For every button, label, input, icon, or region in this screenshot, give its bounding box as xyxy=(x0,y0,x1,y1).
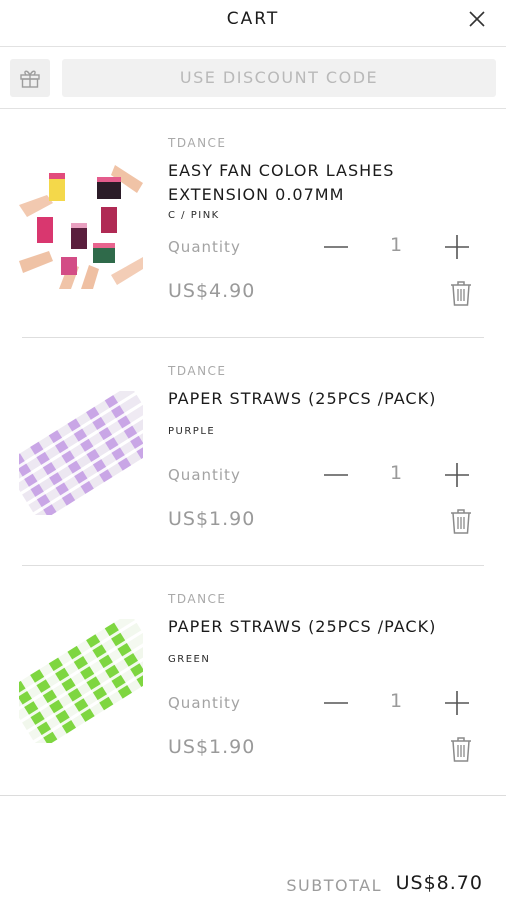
product-variant: C / PINK xyxy=(168,210,220,221)
quantity-value[interactable]: 1 xyxy=(384,234,408,256)
product-title[interactable]: PAPER STRAWS (25PCS /PACK) xyxy=(168,387,488,411)
quantity-value[interactable]: 1 xyxy=(384,690,408,712)
product-price: US$4.90 xyxy=(168,280,256,302)
gift-button[interactable] xyxy=(10,59,50,97)
minus-icon xyxy=(324,474,348,476)
minus-icon xyxy=(324,702,348,704)
product-image[interactable] xyxy=(19,619,143,743)
plus-icon xyxy=(445,691,469,715)
discount-row: USE DISCOUNT CODE xyxy=(0,47,506,109)
product-vendor: TDANCE xyxy=(168,364,227,378)
cart-items: TDANCE EASY FAN COLOR LASHES EXTENSION 0… xyxy=(0,110,506,794)
trash-icon[interactable] xyxy=(450,508,472,534)
product-vendor: TDANCE xyxy=(168,592,227,606)
divider xyxy=(0,108,506,109)
subtotal-label: SUBTOTAL xyxy=(286,876,382,895)
product-image[interactable] xyxy=(19,391,143,515)
quantity-increase-button[interactable] xyxy=(444,462,470,488)
quantity-value[interactable]: 1 xyxy=(384,462,408,484)
quantity-increase-button[interactable] xyxy=(444,234,470,260)
quantity-increase-button[interactable] xyxy=(444,690,470,716)
subtotal-value: US$8.70 xyxy=(395,872,483,894)
quantity-decrease-button[interactable] xyxy=(323,690,349,716)
cart-item: TDANCE PAPER STRAWS (25PCS /PACK) GREEN … xyxy=(0,566,506,794)
gift-icon xyxy=(20,70,40,88)
quantity-decrease-button[interactable] xyxy=(323,462,349,488)
plus-icon xyxy=(445,463,469,487)
close-icon[interactable] xyxy=(466,8,488,30)
plus-icon xyxy=(445,235,469,259)
product-title[interactable]: PAPER STRAWS (25PCS /PACK) xyxy=(168,615,488,639)
page-title: CART xyxy=(226,9,280,29)
product-price: US$1.90 xyxy=(168,508,256,530)
use-discount-code-button[interactable]: USE DISCOUNT CODE xyxy=(62,59,496,97)
product-image[interactable] xyxy=(19,165,143,289)
product-variant: PURPLE xyxy=(168,426,216,437)
trash-icon[interactable] xyxy=(450,736,472,762)
cart-item: TDANCE PAPER STRAWS (25PCS /PACK) PURPLE… xyxy=(0,338,506,566)
product-price: US$1.90 xyxy=(168,736,256,758)
divider xyxy=(0,795,506,796)
quantity-label: Quantity xyxy=(168,694,241,712)
cart-header: CART xyxy=(0,0,506,47)
product-variant: GREEN xyxy=(168,654,211,665)
quantity-decrease-button[interactable] xyxy=(323,234,349,260)
product-vendor: TDANCE xyxy=(168,136,227,150)
quantity-label: Quantity xyxy=(168,466,241,484)
quantity-label: Quantity xyxy=(168,238,241,256)
product-title[interactable]: EASY FAN COLOR LASHES EXTENSION 0.07MM xyxy=(168,159,488,207)
trash-icon[interactable] xyxy=(450,280,472,306)
minus-icon xyxy=(324,246,348,248)
cart-item: TDANCE EASY FAN COLOR LASHES EXTENSION 0… xyxy=(0,110,506,338)
